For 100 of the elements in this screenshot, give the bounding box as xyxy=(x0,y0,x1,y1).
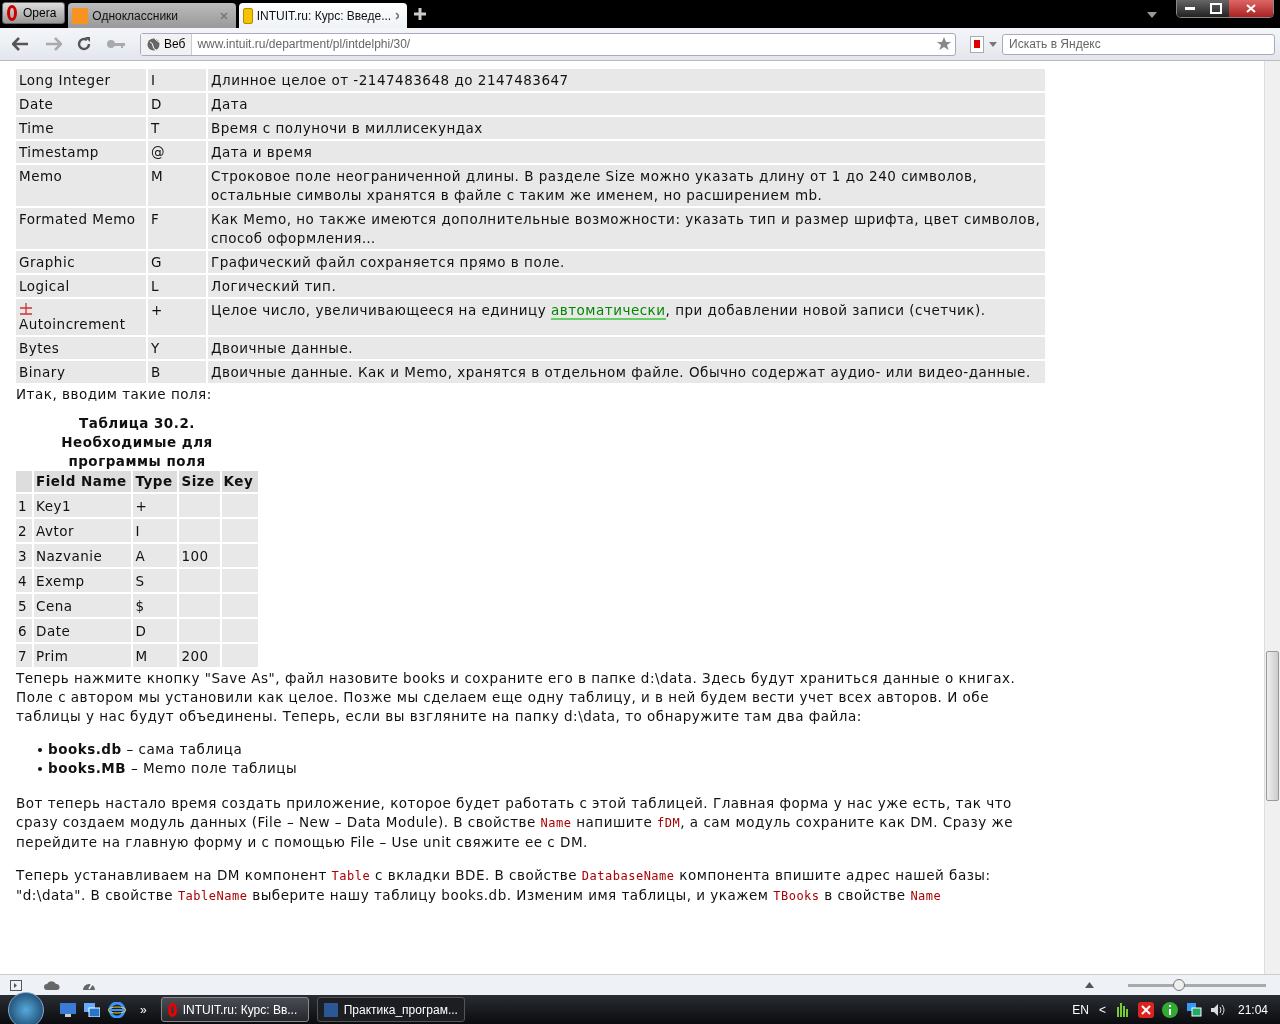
list-item: books.db – сама таблица xyxy=(48,740,243,759)
type-name: Date xyxy=(19,95,54,114)
taskbar-button[interactable]: INTUIT.ru: Курс: Вв... xyxy=(160,997,309,1022)
up-arrow-icon[interactable] xyxy=(1085,982,1094,988)
type-description: Двоичные данные. xyxy=(211,340,354,356)
browser-globe-icon[interactable] xyxy=(108,1001,126,1018)
type-description: Логический тип. xyxy=(211,278,337,294)
site-favicon-icon xyxy=(72,7,89,24)
table-header-cell: Type xyxy=(133,471,178,492)
clock[interactable]: 21:04 xyxy=(1237,1002,1268,1017)
opera-logo-icon xyxy=(7,5,17,21)
browser-tab[interactable]: Одноклассники xyxy=(68,3,237,28)
type-name: Graphic xyxy=(19,253,76,272)
table-cell: M xyxy=(148,165,206,206)
tab-menu-icon[interactable] xyxy=(1147,12,1157,18)
type-description: Строковое поле неограниченной длины. В разделе Size можно указать длину от 1 до 240 символов, остальные символы хранятся в файле с таким же именем, но расширением mb. xyxy=(211,168,978,203)
table-cell: 2 xyxy=(16,519,32,542)
table-header-cell: Field Name xyxy=(34,471,132,492)
table-header-cell xyxy=(16,471,32,492)
desktop-icon[interactable] xyxy=(60,1002,76,1017)
type-name: Binary xyxy=(19,363,66,382)
table-cell: S xyxy=(133,569,178,592)
browser-tab[interactable]: INTUIT.ru: Курс: Введе... xyxy=(239,3,408,28)
table-cell: A xyxy=(133,544,178,567)
network-icon[interactable] xyxy=(1185,1001,1202,1018)
table-cell: + xyxy=(133,494,178,517)
info-icon[interactable] xyxy=(1161,1001,1178,1018)
table-cell: 6 xyxy=(16,619,32,642)
type-description: Как Memo, но также имеются дополнительные возможности: указать тип и размер шрифта, цвет символов, способ оформления… xyxy=(211,211,1041,246)
scrollbar[interactable] xyxy=(1264,61,1280,974)
table-cell: T xyxy=(148,117,206,139)
table-cell: L xyxy=(148,275,206,297)
minimize-icon[interactable] xyxy=(1177,0,1203,17)
type-description: Время с полуночи в миллисекундах xyxy=(211,120,483,136)
taskbar-button[interactable]: Практика_програм... xyxy=(316,997,465,1022)
table-cell: @ xyxy=(148,141,206,163)
table-cell: B xyxy=(148,361,206,383)
table-cell: D xyxy=(148,93,206,115)
table-cell: F xyxy=(148,208,206,249)
table-cell: 100 xyxy=(179,544,220,567)
table-cell: Nazvanie xyxy=(34,544,132,567)
table-cell: Cena xyxy=(34,594,132,617)
type-description: Дата xyxy=(211,96,248,112)
error-icon[interactable] xyxy=(1137,1001,1154,1018)
search-field[interactable]: Искать в Яндекс xyxy=(1002,33,1275,55)
paragraph: Теперь нажмите кнопку "Save As", файл назовите books и сохраните его в папке d:\data. Здесь будут храниться данные о книгах. Поле с автором мы установили как целое. Позже мы сделаем еще одну таблицу, и в ней будем вести учет всех авторов. И обе таблицы у нас будут объединены. Теперь, если вы взгляните на папку d:\data, то обнаружите там два файла: xyxy=(16,669,1017,726)
back-icon[interactable] xyxy=(12,37,30,51)
table-cell: $ xyxy=(133,594,178,617)
close-tab-icon[interactable] xyxy=(395,11,400,20)
type-description: Дата и время xyxy=(211,144,313,160)
table-cell: 1 xyxy=(16,494,32,517)
web-badge[interactable]: Веб xyxy=(141,33,193,55)
type-description: Двоичные данные. Как и Memo, хранятся в отдельном файле. Обычно содержат аудио- или видео-данные. xyxy=(211,364,1031,380)
bars-icon[interactable] xyxy=(1115,1002,1130,1017)
search-engine-icon[interactable] xyxy=(970,35,984,53)
type-name: Timestamp xyxy=(19,143,99,162)
table-cell: 7 xyxy=(16,644,32,667)
paragraph: Теперь устанавливаем на DM компонент Table с вкладки BDE. В свойстве DatabaseName компонента впишите адрес нашей базы: "d:\data". В свойстве TableName выберите нашу таблицу books.db. Изменим имя таблицы, и укажем TBooks в свойстве Name xyxy=(16,866,992,905)
new-tab-icon[interactable] xyxy=(414,8,427,20)
table-cell: D xyxy=(133,619,178,642)
type-description: Длинное целое от -2147483648 до 2147483647 xyxy=(211,72,569,88)
dropdown-icon[interactable] xyxy=(989,41,997,47)
start-button[interactable] xyxy=(8,991,44,1024)
type-name: Time xyxy=(19,119,55,138)
table-header-cell: Size xyxy=(179,471,220,492)
reload-icon[interactable] xyxy=(76,36,92,52)
table-cell: 5 xyxy=(16,594,32,617)
restore-icon[interactable] xyxy=(1203,0,1229,17)
list-item: books.MB – Memo поле таблицы xyxy=(48,759,298,778)
speaker-icon[interactable] xyxy=(1209,1002,1226,1017)
table-cell: + xyxy=(148,299,206,335)
more-button[interactable]: » xyxy=(140,1002,147,1017)
bullet-icon xyxy=(38,766,42,771)
type-name: Long Integer xyxy=(19,71,111,90)
browser-logo-icon xyxy=(167,1002,177,1017)
type-description: Целое число, увеличивающееся на единицу автоматически, при добавлении новой записи (счетчик). xyxy=(211,302,986,320)
show-hidden-icons-button[interactable]: < xyxy=(1098,1002,1106,1017)
table-cell: 200 xyxy=(179,644,220,667)
table-cell: G xyxy=(148,251,206,273)
scroll-thumb[interactable] xyxy=(1266,651,1279,801)
star-icon[interactable] xyxy=(937,37,951,51)
address-field[interactable]: www.intuit.ru/department/pl/intdelphi/30/ xyxy=(192,37,937,51)
type-name: Bytes xyxy=(19,339,60,358)
switch-windows-icon[interactable] xyxy=(84,1002,100,1017)
cloud-icon[interactable] xyxy=(44,980,60,990)
link[interactable]: автоматически xyxy=(550,302,666,320)
table-cell: Date xyxy=(34,619,132,642)
table-cell: Exemp xyxy=(34,569,132,592)
document-icon xyxy=(323,1002,338,1017)
table-cell: Key1 xyxy=(34,494,132,517)
bullet-icon xyxy=(38,747,42,752)
table-cell: I xyxy=(148,69,206,91)
language-indicator[interactable]: EN xyxy=(1072,1002,1089,1017)
panel-icon[interactable] xyxy=(10,979,22,991)
opera-menu-button[interactable]: Opera xyxy=(2,2,66,24)
close-icon[interactable] xyxy=(1229,0,1273,17)
paragraph: Вот теперь настало время создать приложение, которое будет работать с этой таблицей. Главная форма у нас уже есть, так что сразу создаем модуль данных (File – New – Data Module). В свойстве Name напишите fDM, а сам модуль сохраните как DM. Сразу же перейдите на главную форму и с помощью File – Use unit свяжите ее с DM. xyxy=(16,794,1014,852)
zoom-slider-thumb[interactable] xyxy=(1173,978,1186,991)
type-name: Logical xyxy=(19,277,70,296)
type-name: Autoincrement xyxy=(19,315,126,334)
